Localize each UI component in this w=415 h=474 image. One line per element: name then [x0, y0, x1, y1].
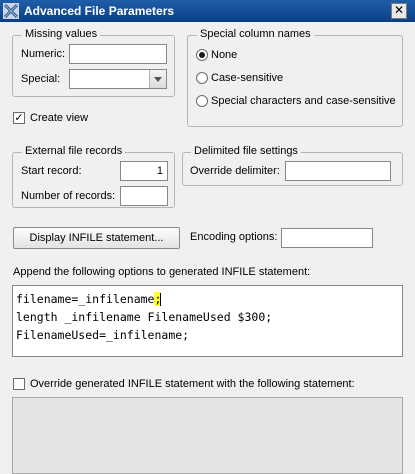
radio-none[interactable]	[196, 49, 208, 61]
checkmark-icon: ✓	[14, 111, 24, 124]
encoding-options-input[interactable]	[281, 228, 373, 248]
code-line-2: length _infilename FilenameUsed $300;	[16, 310, 273, 324]
create-view-checkbox[interactable]: ✓	[13, 112, 25, 124]
radio-case-sensitive[interactable]	[196, 72, 208, 84]
start-record-label: Start record:	[21, 165, 82, 177]
override-statement-textarea[interactable]	[12, 397, 403, 474]
override-checkbox[interactable]	[13, 378, 25, 390]
window-title: Advanced File Parameters	[24, 4, 175, 18]
code-line-1-text: filename=_infilename	[16, 292, 155, 306]
text-caret	[160, 293, 162, 306]
numeric-input[interactable]	[69, 44, 167, 64]
radio-case-sensitive-label[interactable]: Case-sensitive	[211, 72, 283, 84]
radio-special-characters-label[interactable]: Special characters and case-sensitive	[211, 95, 396, 107]
override-label[interactable]: Override generated INFILE statement with…	[30, 378, 355, 390]
append-options-textarea[interactable]: filename=_infilename; length _infilename…	[12, 285, 403, 357]
external-file-records-legend: External file records	[22, 145, 126, 157]
encoding-options-label: Encoding options:	[190, 231, 278, 243]
start-record-input[interactable]: 1	[120, 161, 168, 181]
delimited-file-settings-legend: Delimited file settings	[191, 145, 301, 157]
close-button[interactable]: ✕	[391, 3, 407, 19]
app-icon	[3, 3, 19, 19]
number-of-records-label: Number of records:	[21, 190, 116, 202]
special-column-names-legend: Special column names	[197, 28, 314, 40]
code-line-1: filename=_infilename;	[16, 290, 399, 308]
display-infile-statement-button[interactable]: Display INFILE statement...	[13, 227, 180, 249]
code-line-3: FilenameUsed=_infilename;	[16, 328, 190, 342]
chevron-down-icon[interactable]	[149, 70, 166, 88]
radio-none-label[interactable]: None	[211, 49, 237, 61]
override-delimiter-label: Override delimiter:	[190, 165, 280, 177]
close-icon: ✕	[393, 3, 405, 17]
special-label: Special:	[21, 73, 61, 85]
special-select[interactable]	[69, 69, 167, 89]
title-bar: Advanced File Parameters ✕	[0, 0, 415, 22]
create-view-label[interactable]: Create view	[30, 112, 88, 124]
numeric-label: Numeric:	[21, 48, 66, 60]
number-of-records-input[interactable]	[120, 186, 168, 206]
radio-special-characters[interactable]	[196, 95, 208, 107]
missing-values-legend: Missing values	[22, 28, 101, 40]
override-delimiter-input[interactable]	[285, 161, 391, 181]
append-options-label: Append the following options to generate…	[13, 266, 311, 278]
